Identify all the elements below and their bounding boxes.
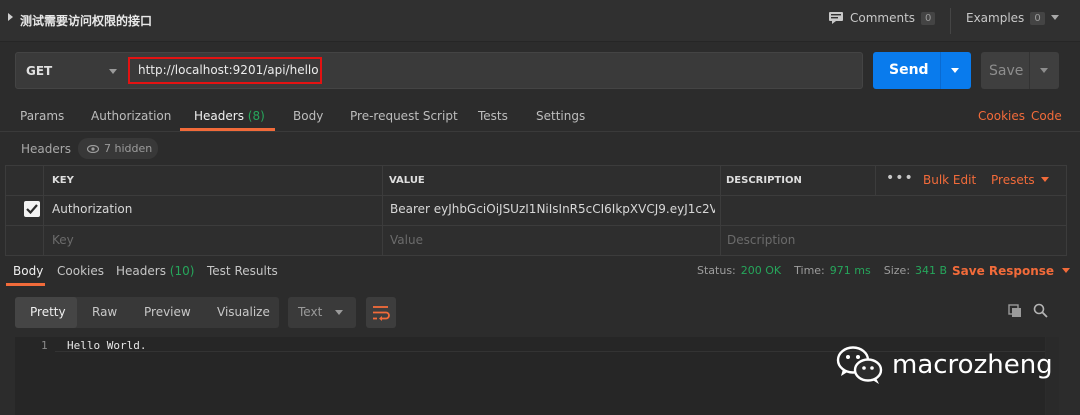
line-number: 1 — [41, 339, 48, 352]
response-body-text: Hello World. — [67, 339, 147, 352]
chevron-down-icon — [1062, 268, 1071, 273]
cookies-link[interactable]: Cookies — [978, 109, 1025, 123]
bulk-edit-link[interactable]: Bulk Edit — [923, 173, 976, 187]
response-tab-body[interactable]: Body — [13, 264, 43, 278]
table-col-divider — [875, 165, 876, 195]
examples-count-badge: 0 — [1030, 11, 1045, 25]
column-header-description: DESCRIPTION — [726, 175, 802, 186]
wechat-logo-icon — [836, 346, 883, 384]
table-col-divider — [382, 165, 383, 256]
response-meta: Status: 200 OK Time: 971 ms Size: 341 B — [697, 264, 947, 277]
tab-authorization[interactable]: Authorization — [91, 109, 171, 123]
active-tab-indicator — [180, 128, 275, 131]
headers-section-label: Headers — [21, 142, 71, 156]
presets-label: Presets — [991, 173, 1035, 187]
header-value-cell[interactable]: Bearer eyJhbGciOiJSUzI1NiIsInR5cCI6IkpXV… — [390, 202, 715, 216]
tab-settings[interactable]: Settings — [536, 109, 585, 123]
divider — [950, 8, 951, 34]
tab-headers-label: Headers — [194, 109, 244, 123]
hidden-headers-label: 7 hidden — [104, 142, 153, 155]
time-value[interactable]: 971 ms — [830, 264, 871, 277]
examples-button[interactable]: Examples 0 — [966, 11, 1059, 25]
comments-button[interactable]: Comments 0 — [828, 11, 936, 25]
divider — [1029, 52, 1030, 89]
send-label: Send — [889, 62, 929, 78]
presets-dropdown[interactable]: Presets — [991, 173, 1049, 187]
divider — [940, 52, 941, 89]
comments-count-badge: 0 — [921, 11, 936, 25]
new-key-input[interactable]: Key — [52, 233, 74, 247]
code-link[interactable]: Code — [1031, 109, 1062, 123]
save-response-button[interactable]: Save Response — [952, 264, 1071, 278]
hidden-headers-toggle[interactable]: 7 hidden — [78, 138, 158, 159]
status-value[interactable]: 200 OK — [741, 264, 781, 277]
response-tab-test-results[interactable]: Test Results — [207, 264, 278, 278]
table-col-divider — [43, 165, 44, 256]
more-options-icon[interactable]: ••• — [886, 170, 914, 186]
response-tab-cookies[interactable]: Cookies — [57, 264, 104, 278]
table-col-divider — [720, 165, 721, 256]
comments-label: Comments — [850, 11, 916, 25]
view-mode-raw[interactable]: Raw — [92, 305, 117, 319]
wrap-lines-button[interactable] — [366, 297, 396, 328]
watermark-text: macrozheng — [892, 350, 1053, 380]
tab-body[interactable]: Body — [293, 109, 323, 123]
size-label: Size: — [883, 264, 911, 277]
table-row-divider — [5, 195, 1067, 196]
response-tab-headers[interactable]: Headers (10) — [116, 264, 194, 278]
response-tab-headers-label: Headers — [116, 264, 166, 278]
chevron-down-icon[interactable] — [335, 310, 343, 315]
url-input[interactable]: http://localhost:9201/api/hello — [138, 63, 319, 77]
save-label: Save — [989, 63, 1024, 79]
active-tab-indicator — [6, 283, 45, 286]
tab-tests[interactable]: Tests — [478, 109, 508, 123]
request-title[interactable]: 测试需要访问权限的接口 — [20, 12, 152, 29]
time-label: Time: — [794, 264, 825, 277]
table-row-divider — [5, 225, 1067, 226]
view-mode-pretty[interactable]: Pretty — [30, 305, 66, 319]
expand-caret-icon[interactable] — [8, 13, 13, 21]
method-select[interactable]: GET — [26, 64, 52, 78]
status-label: Status: — [697, 264, 736, 277]
comment-icon — [829, 12, 843, 24]
chevron-down-icon — [1040, 177, 1049, 182]
wrap-lines-icon — [373, 306, 390, 321]
response-headers-count: (10) — [169, 264, 195, 278]
new-description-input[interactable]: Description — [727, 233, 795, 247]
new-value-input[interactable]: Value — [390, 233, 423, 247]
column-header-value: VALUE — [389, 175, 425, 186]
tab-prerequest-script[interactable]: Pre-request Script — [350, 109, 458, 123]
format-select[interactable]: Text — [288, 297, 356, 328]
header-key-cell[interactable]: Authorization — [52, 202, 132, 216]
search-icon[interactable] — [1033, 303, 1048, 321]
chevron-down-icon — [1050, 15, 1059, 20]
tab-headers-count: (8) — [247, 109, 265, 123]
save-options-caret-icon[interactable] — [1040, 68, 1048, 73]
column-header-key: KEY — [52, 175, 74, 186]
checkmark-icon — [26, 204, 38, 214]
tab-params[interactable]: Params — [20, 109, 64, 123]
send-options-caret-icon[interactable] — [951, 68, 959, 73]
view-mode-preview[interactable]: Preview — [144, 305, 191, 319]
save-response-label: Save Response — [952, 264, 1055, 278]
chevron-down-icon[interactable] — [109, 69, 117, 74]
size-value[interactable]: 341 B — [915, 264, 947, 277]
header-enabled-checkbox[interactable] — [24, 201, 40, 217]
examples-label: Examples — [966, 11, 1025, 25]
copy-icon[interactable] — [1008, 304, 1022, 321]
tab-headers[interactable]: Headers (8) — [194, 109, 265, 123]
eye-icon — [87, 144, 99, 153]
view-mode-visualize[interactable]: Visualize — [217, 305, 270, 319]
watermark: macrozheng — [836, 345, 1053, 385]
